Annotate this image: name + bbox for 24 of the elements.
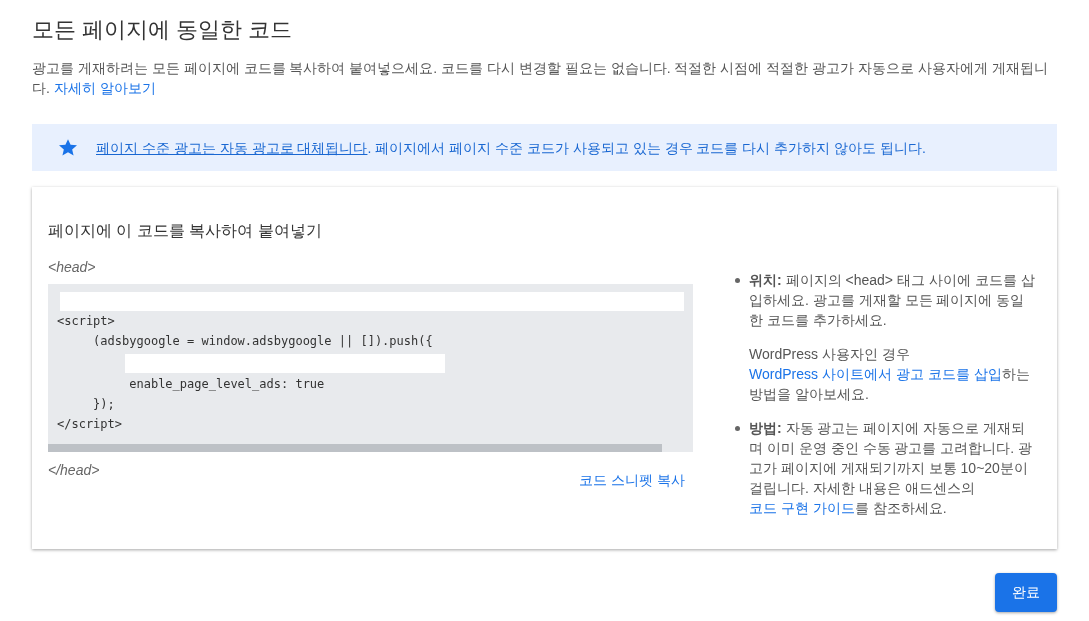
done-button[interactable]: 완료 (995, 573, 1057, 612)
code-line: (adsbygoogle = window.adsbygoogle || []).push({ (92, 334, 433, 348)
copy-code-link[interactable]: 코드 스니펫 복사 (579, 470, 685, 490)
help-link[interactable]: 코드 구현 가이드 (749, 500, 855, 516)
code-line: </script> (57, 417, 123, 431)
code-line: }); (92, 397, 115, 411)
learn-more-link[interactable]: 자세히 알아보기 (53, 80, 156, 96)
notice-link[interactable]: 페이지 수준 광고는 자동 광고로 대체됩니다 (96, 139, 368, 156)
note-paragraph: 위치: 페이지의 <head> 태그 사이에 코드를 삽입하세요. 광고를 게재할 모든 페이지에 동일한 코드를 추가하세요. (749, 271, 1035, 330)
note-paragraph: WordPress 사용자인 경우 WordPress 사이트에서 광고 코드를 삽입하는 방법을 알아보세요. (749, 345, 1031, 404)
bullet-icon (735, 277, 740, 283)
head-open-tag: <head> (48, 257, 96, 277)
page-description: 광고를 게재하려는 모든 페이지에 코드를 복사하여 붙여넣으세요. 코드를 다시 변경할 필요는 없습니다. 적절한 시점에 적절한 광고가 자동으로 사용자에게 게재됩니다. 자세히 알아보기 (32, 59, 1049, 98)
note-paragraph: 방법: 자동 광고는 페이지에 자동으로 게재되며 이미 운영 중인 수동 광고를 고려합니다. 광고가 페이지에 게재되기까지 보통 10~20분이 걸립니다. 자세한 내용은 애드센스의 코드 구현 가이드를 참조하세요. (749, 419, 1034, 518)
notice-text: 페이지 수준 광고는 자동 광고로 대체됩니다. 페이지에서 페이지 수준 코드가 사용되고 있는 경우 코드를 다시 추가하지 않아도 됩니다. (96, 138, 926, 158)
bullet-icon (735, 425, 740, 431)
star-icon (58, 138, 78, 157)
code-line: <script> (57, 314, 115, 328)
head-close-tag: </head> (48, 460, 100, 480)
scrollbar-thumb[interactable] (48, 444, 662, 452)
help-link[interactable]: WordPress 사이트에서 광고 코드를 삽입 (749, 366, 1002, 382)
card-heading: 페이지에 이 코드를 복사하여 붙여넣기 (48, 221, 322, 241)
page-title: 모든 페이지에 동일한 코드 (32, 16, 293, 44)
code-line: enable_page_level_ads: true (128, 377, 325, 391)
